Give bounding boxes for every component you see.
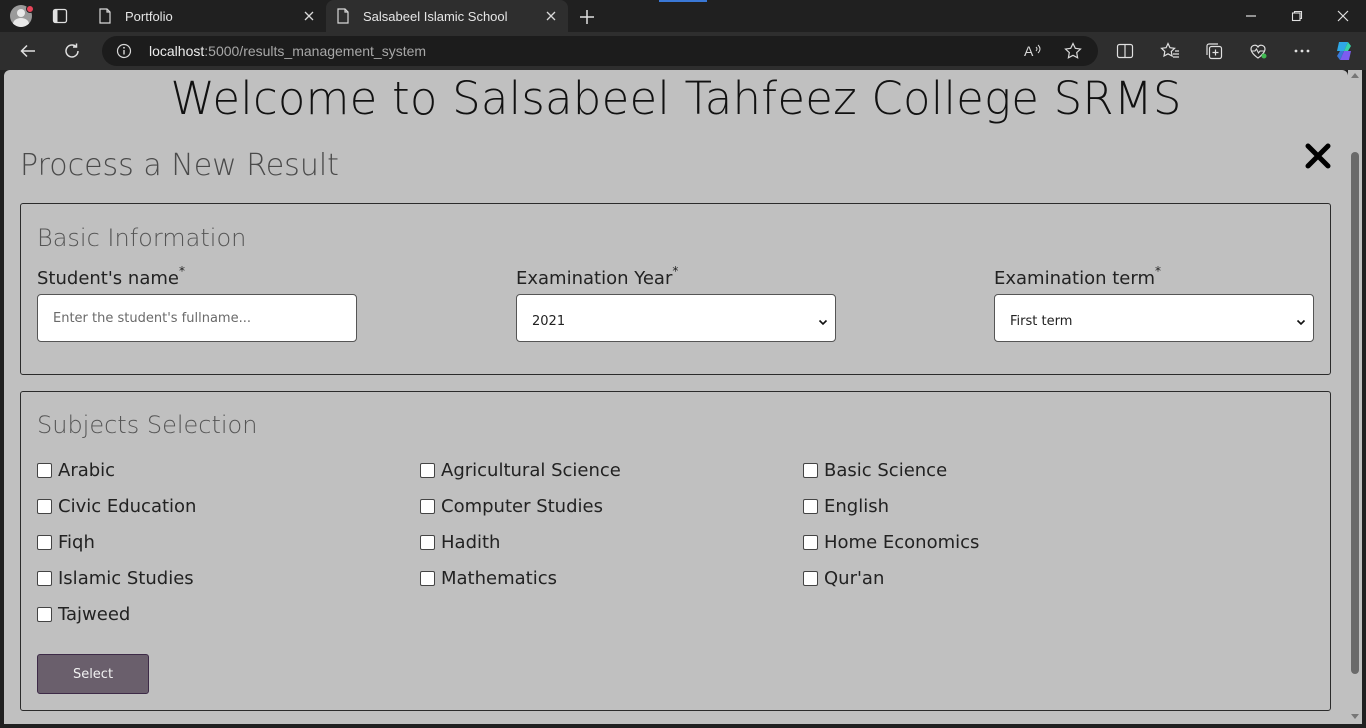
required-mark: * xyxy=(1154,264,1161,278)
subject-checkbox-arabic[interactable]: Arabic xyxy=(37,460,115,481)
student-name-label: Student's name* xyxy=(37,264,185,289)
exam-year-select-wrap: 2021 xyxy=(516,294,836,342)
subject-checkbox-computer-studies[interactable]: Computer Studies xyxy=(420,496,603,517)
checkbox[interactable] xyxy=(803,463,818,478)
collections-icon[interactable] xyxy=(1200,38,1228,64)
checkbox[interactable] xyxy=(37,571,52,586)
checkbox[interactable] xyxy=(420,571,435,586)
close-icon[interactable] xyxy=(538,3,564,29)
scroll-up-arrow[interactable] xyxy=(1351,73,1359,78)
checkbox[interactable] xyxy=(420,499,435,514)
subject-label: Fiqh xyxy=(58,532,95,553)
checkbox[interactable] xyxy=(37,607,52,622)
checkbox[interactable] xyxy=(803,535,818,550)
split-screen-icon[interactable] xyxy=(1111,38,1139,64)
subject-checkbox-agricultural-science[interactable]: Agricultural Science xyxy=(420,460,621,481)
subject-checkbox-home-economics[interactable]: Home Economics xyxy=(803,532,979,553)
subject-checkbox-hadith[interactable]: Hadith xyxy=(420,532,500,553)
checkbox[interactable] xyxy=(420,535,435,550)
tab-title: Portfolio xyxy=(125,8,173,24)
subject-label: Arabic xyxy=(58,460,116,481)
subject-label: Qur'an xyxy=(824,568,885,589)
performance-icon[interactable] xyxy=(1244,38,1272,64)
svg-text:A: A xyxy=(1024,43,1034,59)
exam-term-select[interactable]: First term xyxy=(994,294,1314,342)
subject-checkbox-islamic-studies[interactable]: Islamic Studies xyxy=(37,568,194,589)
more-icon[interactable] xyxy=(1288,38,1316,64)
subject-checkbox-mathematics[interactable]: Mathematics xyxy=(420,568,557,589)
checkbox[interactable] xyxy=(37,535,52,550)
student-name-input[interactable] xyxy=(37,294,357,342)
tab-accent-bar xyxy=(659,0,707,2)
subject-label: Computer Studies xyxy=(441,496,603,517)
exam-year-select[interactable]: 2021 xyxy=(516,294,836,342)
checkbox[interactable] xyxy=(803,571,818,586)
new-tab-icon[interactable] xyxy=(576,6,598,28)
subject-checkbox-tajweed[interactable]: Tajweed xyxy=(37,604,130,625)
subject-label: Civic Education xyxy=(58,496,197,517)
minimize-icon[interactable] xyxy=(1228,0,1274,32)
tab-title: Salsabeel Islamic School xyxy=(363,8,508,24)
exam-term-select-wrap: First term xyxy=(994,294,1314,342)
scroll-down-arrow[interactable] xyxy=(1351,714,1359,719)
read-aloud-icon[interactable]: A xyxy=(1022,41,1044,61)
checkbox[interactable] xyxy=(803,499,818,514)
subject-checkbox-fiqh[interactable]: Fiqh xyxy=(37,532,95,553)
copilot-icon[interactable] xyxy=(1330,38,1358,64)
subject-label: Tajweed xyxy=(58,604,131,625)
subjects-selection-legend: Subjects Selection xyxy=(37,411,258,439)
scroll-thumb[interactable] xyxy=(1351,152,1359,674)
select-button[interactable]: Select xyxy=(37,654,149,694)
favorites-icon[interactable] xyxy=(1156,38,1184,64)
basic-information-legend: Basic Information xyxy=(37,224,247,252)
info-icon[interactable] xyxy=(116,43,132,59)
subject-checkbox-english[interactable]: English xyxy=(803,496,889,517)
address-bar[interactable]: localhost:5000/results_management_system… xyxy=(102,36,1098,66)
checkbox[interactable] xyxy=(37,499,52,514)
page-icon xyxy=(336,8,350,24)
tab-actions-icon[interactable] xyxy=(52,8,68,24)
subject-label: Agricultural Science xyxy=(441,460,621,481)
reload-icon[interactable] xyxy=(58,38,86,64)
page-scrollbar[interactable] xyxy=(1348,70,1362,724)
browser-toolbar: localhost:5000/results_management_system… xyxy=(0,32,1366,70)
required-mark: * xyxy=(672,264,679,278)
basic-information-section: Basic Information Student's name* Examin… xyxy=(20,203,1331,375)
url-text[interactable]: localhost:5000/results_management_system xyxy=(149,43,426,59)
subject-label: Hadith xyxy=(441,532,501,553)
page-viewport: Welcome to Salsabeel Tahfeez College SRM… xyxy=(4,70,1348,724)
page-icon xyxy=(98,8,112,24)
page-heading: Process a New Result xyxy=(20,148,339,183)
site-title: Welcome to Salsabeel Tahfeez College SRM… xyxy=(170,72,1182,125)
checkbox[interactable] xyxy=(37,463,52,478)
subject-checkbox-basic-science[interactable]: Basic Science xyxy=(803,460,947,481)
exam-year-label: Examination Year* xyxy=(516,264,679,289)
back-icon[interactable] xyxy=(14,38,42,64)
subject-checkbox-civic-education[interactable]: Civic Education xyxy=(37,496,196,517)
close-icon[interactable] xyxy=(296,3,322,29)
subject-checkbox-quran[interactable]: Qur'an xyxy=(803,568,884,589)
tab-salsabeel[interactable]: Salsabeel Islamic School xyxy=(326,0,568,32)
subject-label: English xyxy=(824,496,889,517)
profile-notification-dot xyxy=(26,5,34,13)
subject-label: Basic Science xyxy=(824,460,948,481)
tab-bar: Portfolio Salsabeel Islamic School xyxy=(0,0,1366,32)
maximize-icon[interactable] xyxy=(1274,0,1320,32)
close-x-icon[interactable] xyxy=(1304,142,1332,170)
favorite-icon[interactable] xyxy=(1062,41,1084,61)
subject-label: Home Economics xyxy=(824,532,980,553)
checkbox[interactable] xyxy=(420,463,435,478)
subject-label: Islamic Studies xyxy=(58,568,194,589)
exam-term-label: Examination term* xyxy=(994,264,1161,289)
tab-portfolio[interactable]: Portfolio xyxy=(88,0,326,32)
subject-label: Mathematics xyxy=(441,568,557,589)
subjects-selection-section: Subjects Selection Arabic Agricultural S… xyxy=(20,391,1331,711)
required-mark: * xyxy=(178,264,185,278)
window-close-icon[interactable] xyxy=(1320,0,1366,32)
